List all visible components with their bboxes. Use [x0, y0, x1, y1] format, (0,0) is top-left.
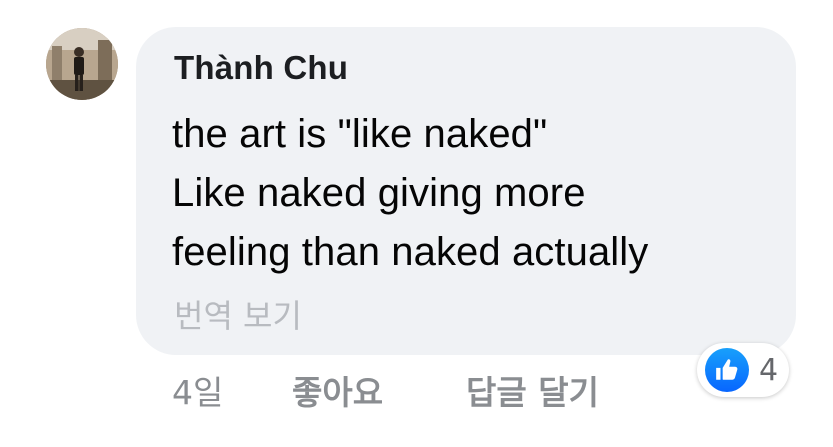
comment-line: feeling than naked actually — [172, 230, 649, 274]
comment-line: Like naked giving more — [172, 171, 586, 215]
comment-author[interactable]: Thành Chu — [174, 49, 348, 87]
comment-line: the art is "like naked" — [172, 112, 548, 156]
comment-text: the art is "like naked" Like naked givin… — [172, 105, 782, 282]
comment-bubble: Thành Chu the art is "like naked" Like n… — [136, 27, 796, 355]
like-button[interactable]: 좋아요 — [292, 366, 383, 414]
comment-timestamp[interactable]: 4일 — [172, 366, 223, 414]
thumbs-up-icon — [705, 348, 749, 392]
reaction-summary[interactable]: 4 — [697, 343, 789, 397]
avatar[interactable] — [46, 28, 118, 100]
see-translation-link[interactable]: 번역 보기 — [174, 291, 302, 337]
reaction-count: 4 — [759, 352, 779, 388]
profile-photo — [46, 28, 118, 100]
reply-button[interactable]: 답글 달기 — [466, 366, 599, 414]
